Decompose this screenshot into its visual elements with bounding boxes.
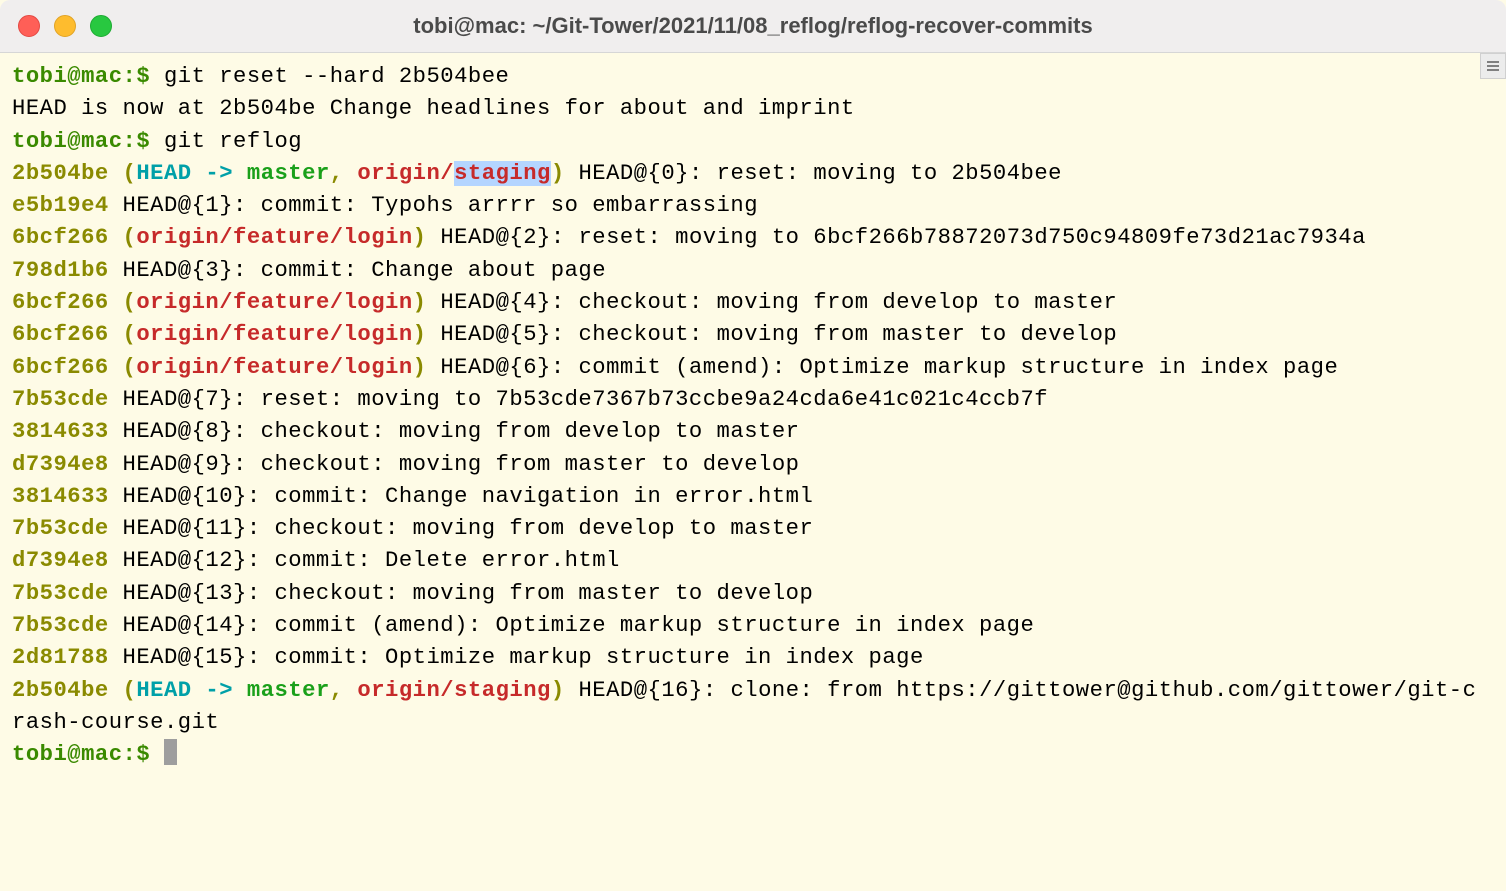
terminal-line: 2d81788 HEAD@{15}: commit: Optimize mark… xyxy=(12,645,924,670)
commit-hash: 3814633 xyxy=(12,419,109,444)
reflog-message: HEAD@{2}: reset: moving to 6bcf266b78872… xyxy=(440,225,1366,250)
zoom-button[interactable] xyxy=(90,15,112,37)
terminal-line: tobi@mac:$ git reset --hard 2b504bee xyxy=(12,64,509,89)
terminal-line: 6bcf266 (origin/feature/login) HEAD@{5}:… xyxy=(12,322,1117,347)
terminal-line: tobi@mac:$ git reflog xyxy=(12,129,302,154)
shell-prompt: tobi@mac:$ xyxy=(12,64,164,89)
head-ref: HEAD -> xyxy=(136,678,247,703)
terminal-line: 3814633 HEAD@{10}: commit: Change naviga… xyxy=(12,484,813,509)
ref-separator: , xyxy=(330,161,358,186)
paren-close: ) xyxy=(413,355,427,380)
branch-ref: master xyxy=(247,161,330,186)
reflog-message: HEAD@{13}: checkout: moving from master … xyxy=(123,581,814,606)
reflog-message: HEAD@{10}: commit: Change navigation in … xyxy=(123,484,814,509)
output-text: HEAD is now at 2b504be Change headlines … xyxy=(12,96,855,121)
reflog-message: HEAD@{12}: commit: Delete error.html xyxy=(123,548,620,573)
cursor xyxy=(164,739,177,765)
terminal-line: d7394e8 HEAD@{9}: checkout: moving from … xyxy=(12,452,799,477)
terminal-line: 7b53cde HEAD@{11}: checkout: moving from… xyxy=(12,516,813,541)
window-title: tobi@mac: ~/Git-Tower/2021/11/08_reflog/… xyxy=(0,13,1506,39)
reflog-message: HEAD@{9}: checkout: moving from master t… xyxy=(123,452,800,477)
paren-close: ) xyxy=(551,161,565,186)
terminal-output[interactable]: tobi@mac:$ git reset --hard 2b504bee HEA… xyxy=(0,53,1480,891)
branch-ref: master xyxy=(247,678,330,703)
minimize-button[interactable] xyxy=(54,15,76,37)
commit-hash: 7b53cde xyxy=(12,387,109,412)
terminal-line: tobi@mac:$ xyxy=(12,742,177,767)
scroll-lines-icon[interactable] xyxy=(1480,53,1506,79)
commit-hash: 6bcf266 xyxy=(12,322,109,347)
commit-hash: 6bcf266 xyxy=(12,355,109,380)
terminal-line: 7b53cde HEAD@{14}: commit (amend): Optim… xyxy=(12,613,1034,638)
commit-hash: 2d81788 xyxy=(12,645,109,670)
ref-separator: , xyxy=(330,678,358,703)
terminal-line: 2b504be (HEAD -> master, origin/staging)… xyxy=(12,161,1062,186)
terminal-line: 3814633 HEAD@{8}: checkout: moving from … xyxy=(12,419,799,444)
remote-ref: origin/feature/login xyxy=(136,355,412,380)
reflog-message: HEAD@{15}: commit: Optimize markup struc… xyxy=(123,645,924,670)
paren-close: ) xyxy=(551,678,565,703)
reflog-message: HEAD@{4}: checkout: moving from develop … xyxy=(440,290,1117,315)
reflog-message: HEAD@{8}: checkout: moving from develop … xyxy=(123,419,800,444)
commit-hash: e5b19e4 xyxy=(12,193,109,218)
remote-ref: origin/feature/login xyxy=(136,322,412,347)
commit-hash: 7b53cde xyxy=(12,581,109,606)
shell-command: git reset --hard 2b504bee xyxy=(164,64,509,89)
commit-hash: 7b53cde xyxy=(12,613,109,638)
shell-command: git reflog xyxy=(164,129,302,154)
terminal-line: HEAD is now at 2b504be Change headlines … xyxy=(12,96,855,121)
commit-hash: d7394e8 xyxy=(12,452,109,477)
commit-hash: d7394e8 xyxy=(12,548,109,573)
remote-ref-name: staging xyxy=(454,161,551,186)
head-ref: HEAD -> xyxy=(136,161,247,186)
terminal-line: 798d1b6 HEAD@{3}: commit: Change about p… xyxy=(12,258,606,283)
traffic-lights xyxy=(18,15,112,37)
terminal-line: d7394e8 HEAD@{12}: commit: Delete error.… xyxy=(12,548,620,573)
reflog-message: HEAD@{14}: commit (amend): Optimize mark… xyxy=(123,613,1035,638)
paren-close: ) xyxy=(413,290,427,315)
paren-close: ) xyxy=(413,225,427,250)
reflog-message: HEAD@{1}: commit: Typohs arrrr so embarr… xyxy=(123,193,758,218)
commit-hash: 798d1b6 xyxy=(12,258,109,283)
terminal-line: 6bcf266 (origin/feature/login) HEAD@{6}:… xyxy=(12,355,1338,380)
reflog-message: HEAD@{0}: reset: moving to 2b504bee xyxy=(578,161,1062,186)
paren-open: ( xyxy=(123,678,137,703)
commit-hash: 2b504be xyxy=(12,161,109,186)
remote-ref-prefix: origin/ xyxy=(357,161,454,186)
paren-open: ( xyxy=(123,161,137,186)
commit-hash: 6bcf266 xyxy=(12,290,109,315)
reflog-message: HEAD@{6}: commit (amend): Optimize marku… xyxy=(440,355,1338,380)
terminal-line: 7b53cde HEAD@{7}: reset: moving to 7b53c… xyxy=(12,387,1048,412)
commit-hash: 2b504be xyxy=(12,678,109,703)
paren-open: ( xyxy=(123,355,137,380)
reflog-message: HEAD@{11}: checkout: moving from develop… xyxy=(123,516,814,541)
terminal-line: e5b19e4 HEAD@{1}: commit: Typohs arrrr s… xyxy=(12,193,758,218)
terminal-line: 6bcf266 (origin/feature/login) HEAD@{2}:… xyxy=(12,225,1366,250)
remote-ref-name: staging xyxy=(454,678,551,703)
remote-ref-prefix: origin/ xyxy=(357,678,454,703)
paren-open: ( xyxy=(123,322,137,347)
paren-open: ( xyxy=(123,225,137,250)
shell-prompt: tobi@mac:$ xyxy=(12,129,164,154)
terminal-line: 7b53cde HEAD@{13}: checkout: moving from… xyxy=(12,581,813,606)
commit-hash: 7b53cde xyxy=(12,516,109,541)
reflog-message: HEAD@{7}: reset: moving to 7b53cde7367b7… xyxy=(123,387,1049,412)
remote-ref: origin/feature/login xyxy=(136,290,412,315)
commit-hash: 3814633 xyxy=(12,484,109,509)
terminal-line: 6bcf266 (origin/feature/login) HEAD@{4}:… xyxy=(12,290,1117,315)
remote-ref: origin/feature/login xyxy=(136,225,412,250)
close-button[interactable] xyxy=(18,15,40,37)
terminal-window: tobi@mac: ~/Git-Tower/2021/11/08_reflog/… xyxy=(0,0,1506,891)
reflog-message: HEAD@{5}: checkout: moving from master t… xyxy=(440,322,1117,347)
titlebar: tobi@mac: ~/Git-Tower/2021/11/08_reflog/… xyxy=(0,0,1506,53)
paren-close: ) xyxy=(413,322,427,347)
shell-prompt: tobi@mac:$ xyxy=(12,742,164,767)
terminal-line: 2b504be (HEAD -> master, origin/staging)… xyxy=(12,678,1476,735)
reflog-message: HEAD@{3}: commit: Change about page xyxy=(123,258,607,283)
scrollbar[interactable] xyxy=(1480,53,1506,891)
commit-hash: 6bcf266 xyxy=(12,225,109,250)
paren-open: ( xyxy=(123,290,137,315)
terminal-area: tobi@mac:$ git reset --hard 2b504bee HEA… xyxy=(0,53,1506,891)
